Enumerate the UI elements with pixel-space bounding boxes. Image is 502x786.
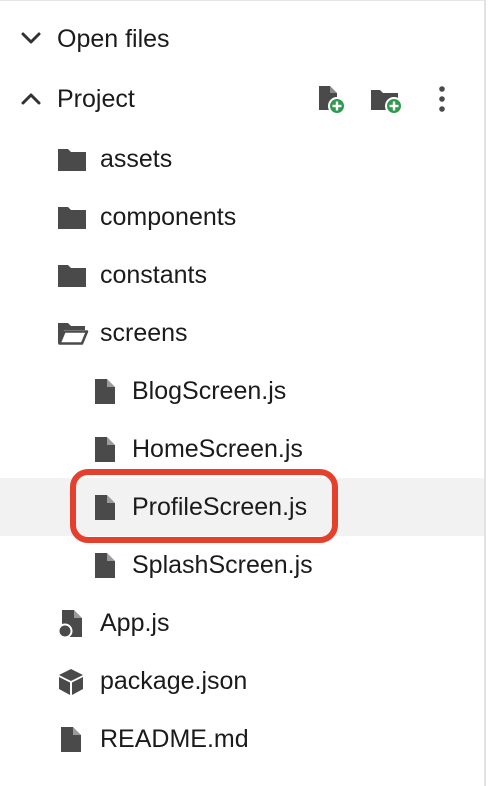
chevron-down-icon — [21, 32, 41, 44]
tree-item-profilescreen[interactable]: ProfileScreen.js — [0, 478, 484, 536]
tree-item-label: package.json — [100, 666, 248, 695]
tree-item-readme[interactable]: README.md — [0, 710, 484, 768]
folder-icon — [58, 149, 86, 171]
tree-item-label: SplashScreen.js — [132, 550, 313, 579]
folder-icon — [58, 207, 86, 229]
tree-item-screens[interactable]: screens — [0, 304, 484, 362]
tree-item-label: ProfileScreen.js — [132, 492, 308, 521]
tree-item-label: components — [100, 202, 237, 231]
file-plus-icon[interactable] — [316, 84, 348, 116]
tree-item-label: constants — [100, 260, 208, 289]
chevron-up-icon — [21, 93, 41, 105]
tree-item-package-json[interactable]: package.json — [0, 652, 484, 710]
file-icon — [95, 495, 115, 520]
tree-item-label: assets — [100, 144, 173, 173]
file-entry-icon — [58, 610, 82, 639]
more-vertical-icon[interactable] — [434, 84, 450, 116]
file-icon — [95, 437, 115, 462]
tree-item-splashscreen[interactable]: SplashScreen.js — [0, 536, 484, 594]
tree-item-components[interactable]: components — [0, 188, 484, 246]
section-label-open-files: Open files — [57, 24, 170, 53]
tree-item-label: screens — [100, 318, 188, 347]
section-header-project[interactable]: Project — [0, 70, 484, 128]
folder-plus-icon[interactable] — [369, 84, 405, 116]
tree-item-blogscreen[interactable]: BlogScreen.js — [0, 362, 484, 420]
panel-right-border — [484, 0, 486, 786]
file-explorer-panel: Open files Project assets components con… — [0, 0, 484, 786]
folder-icon — [58, 265, 86, 287]
tree-item-label: README.md — [100, 724, 249, 753]
section-header-open-files[interactable]: Open files — [0, 10, 484, 68]
file-icon — [61, 727, 81, 752]
section-label-project: Project — [57, 84, 135, 113]
tree-item-app-js[interactable]: App.js — [0, 594, 484, 652]
file-icon — [95, 553, 115, 578]
tree-item-constants[interactable]: constants — [0, 246, 484, 304]
file-icon — [95, 379, 115, 404]
tree-item-label: App.js — [100, 608, 170, 637]
package-icon — [59, 669, 83, 695]
tree-item-assets[interactable]: assets — [0, 130, 484, 188]
tree-item-homescreen[interactable]: HomeScreen.js — [0, 420, 484, 478]
tree-item-label: BlogScreen.js — [132, 376, 287, 405]
tree-item-label: HomeScreen.js — [132, 434, 303, 463]
folder-open-icon — [58, 323, 89, 345]
